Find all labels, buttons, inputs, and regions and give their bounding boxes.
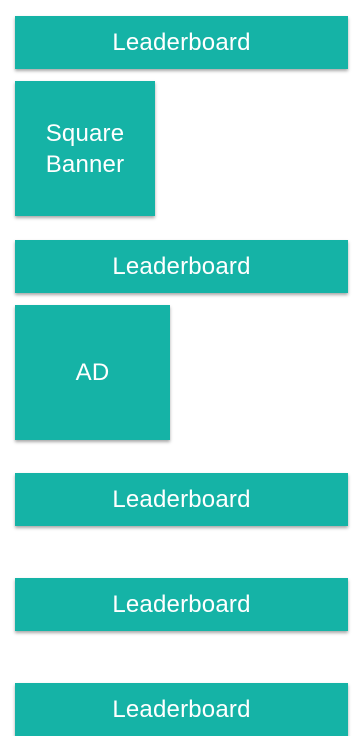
leaderboard-ad-1[interactable]: Leaderboard — [15, 16, 348, 69]
square-banner-ad[interactable]: Square Banner — [15, 81, 155, 216]
leaderboard-ad-2-label: Leaderboard — [112, 252, 251, 280]
square-banner-ad-label: Square Banner — [45, 119, 125, 178]
ad-box[interactable]: AD — [15, 305, 170, 440]
leaderboard-ad-5[interactable]: Leaderboard — [15, 683, 348, 736]
leaderboard-ad-5-label: Leaderboard — [112, 695, 251, 723]
leaderboard-ad-4[interactable]: Leaderboard — [15, 578, 348, 631]
leaderboard-ad-1-label: Leaderboard — [112, 28, 251, 56]
leaderboard-ad-2[interactable]: Leaderboard — [15, 240, 348, 293]
leaderboard-ad-3[interactable]: Leaderboard — [15, 473, 348, 526]
ad-box-label: AD — [75, 358, 110, 386]
leaderboard-ad-4-label: Leaderboard — [112, 590, 251, 618]
leaderboard-ad-3-label: Leaderboard — [112, 485, 251, 513]
